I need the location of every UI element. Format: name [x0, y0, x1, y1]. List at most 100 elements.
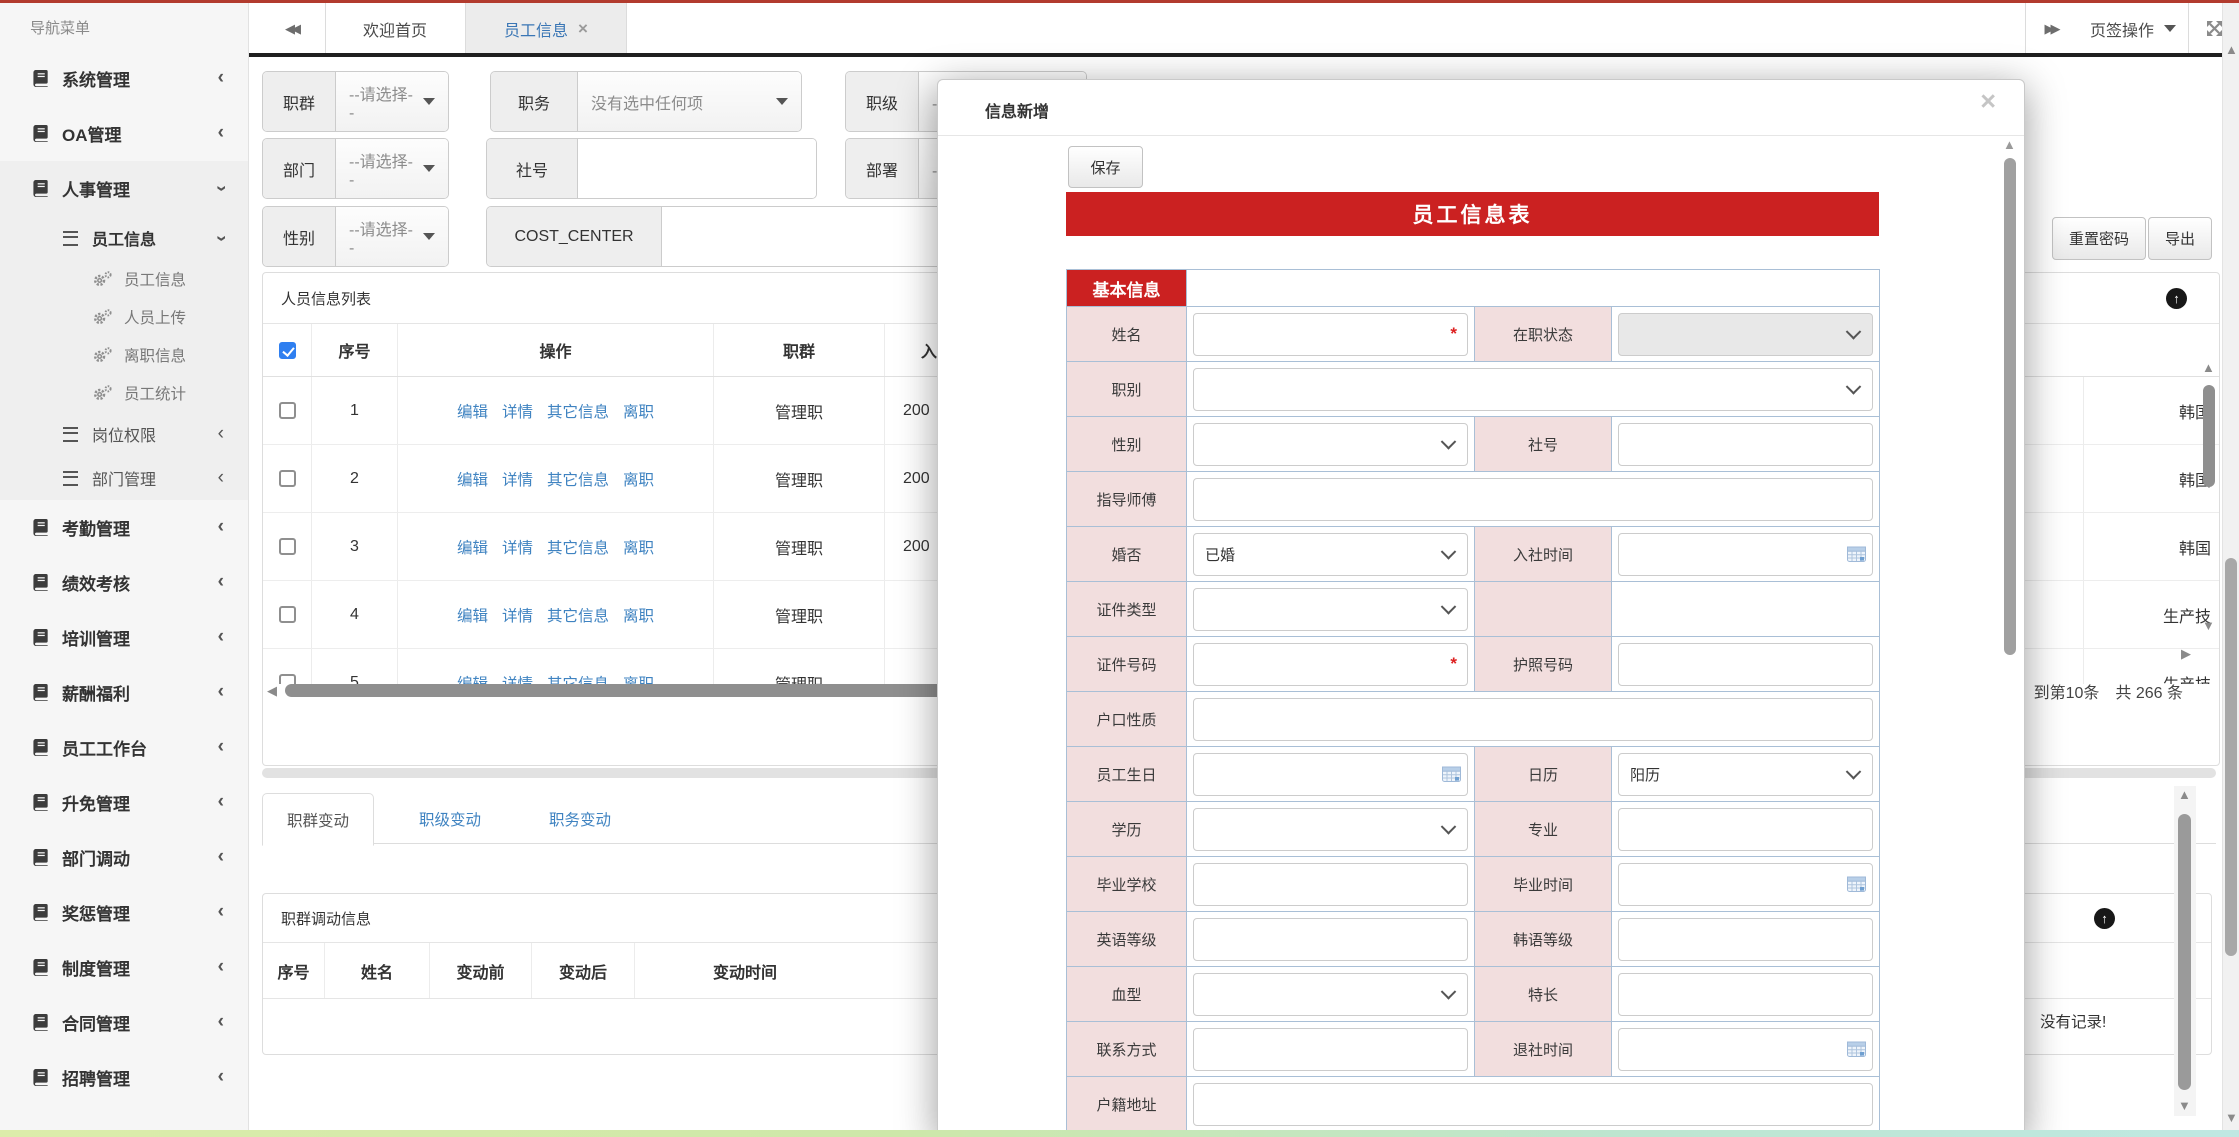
input-入社时间[interactable] — [1618, 533, 1873, 576]
toolbar-button-重置密码[interactable]: 重置密码 — [2052, 217, 2146, 260]
row-checkbox[interactable] — [279, 538, 296, 555]
vscroll-thumb[interactable] — [2178, 814, 2191, 1090]
select-性别[interactable] — [1193, 423, 1468, 466]
input-联系方式[interactable] — [1193, 1028, 1468, 1071]
bottom-tab-职务变动[interactable]: 职务变动 — [525, 793, 635, 844]
filter-select-职群[interactable]: --请选择-- — [336, 72, 448, 131]
sidebar-item-薪酬福利-13[interactable]: 薪酬福利‹ — [0, 665, 248, 720]
sidebar-item-奖惩管理-17[interactable]: 奖惩管理‹ — [0, 885, 248, 940]
input-户籍地址[interactable] — [1193, 1083, 1873, 1126]
sidebar-item-系统管理-0[interactable]: 系统管理‹ — [0, 51, 248, 106]
tab-close-icon[interactable]: × — [578, 19, 588, 39]
page-scroll-thumb[interactable] — [2225, 558, 2237, 956]
action-link-详情[interactable]: 详情 — [502, 400, 533, 422]
vscroll-up-arrow-icon[interactable]: ▲ — [2003, 138, 2016, 151]
page-scroll-down-icon[interactable]: ▼ — [2225, 1111, 2238, 1124]
page-vscrollbar[interactable]: ▲ ▼ — [2222, 3, 2239, 1130]
employee-table-vscrollbar[interactable]: ▲ ▼ — [2197, 361, 2221, 641]
input-毕业学校[interactable] — [1193, 863, 1468, 906]
tab-欢迎首页[interactable]: 欢迎首页 — [325, 3, 466, 54]
input-社号[interactable] — [1618, 423, 1873, 466]
dialog-vscrollbar[interactable]: ▲ — [2001, 136, 2019, 1136]
input-护照号码[interactable] — [1618, 643, 1873, 686]
collapse-up-icon[interactable]: ↑ — [2166, 288, 2187, 309]
sidebar-item-岗位权限-8[interactable]: 岗位权限‹ — [0, 412, 248, 456]
input-姓名[interactable]: * — [1193, 313, 1468, 356]
input-毕业时间[interactable] — [1618, 863, 1873, 906]
sidebar-item-员工工作台-14[interactable]: 员工工作台‹ — [0, 720, 248, 775]
sidebar-item-升免管理-15[interactable]: 升免管理‹ — [0, 775, 248, 830]
action-link-编辑[interactable]: 编辑 — [457, 604, 488, 626]
action-link-详情[interactable]: 详情 — [502, 604, 533, 626]
sidebar-item-OA管理-1[interactable]: OA管理‹ — [0, 106, 248, 161]
bottom-vscrollbar[interactable]: ▲ ▼ — [2174, 786, 2196, 1116]
input-专业[interactable] — [1618, 808, 1873, 851]
input-英语等级[interactable] — [1193, 918, 1468, 961]
action-link-编辑[interactable]: 编辑 — [457, 536, 488, 558]
page-scroll-up-icon[interactable]: ▲ — [2225, 43, 2238, 56]
save-button[interactable]: 保存 — [1068, 146, 1143, 188]
action-link-编辑[interactable]: 编辑 — [457, 400, 488, 422]
sidebar-item-部门调动-16[interactable]: 部门调动‹ — [0, 830, 248, 885]
sidebar-item-员工信息-3[interactable]: 员工信息‹ — [0, 216, 248, 260]
input-户口性质[interactable] — [1193, 698, 1873, 741]
hscroll-left-arrow-icon[interactable]: ◀ — [267, 684, 277, 697]
sidebar-item-培训管理-12[interactable]: 培训管理‹ — [0, 610, 248, 665]
action-link-离职[interactable]: 离职 — [623, 400, 654, 422]
action-link-编辑[interactable]: 编辑 — [457, 468, 488, 490]
hscroll-thumb[interactable] — [285, 684, 958, 697]
action-link-离职[interactable]: 离职 — [623, 536, 654, 558]
sidebar-item-绩效考核-11[interactable]: 绩效考核‹ — [0, 555, 248, 610]
action-link-其它信息[interactable]: 其它信息 — [547, 468, 609, 490]
action-link-其它信息[interactable]: 其它信息 — [547, 536, 609, 558]
tabs-scroll-left-button[interactable]: ◀◀ — [261, 3, 326, 54]
calendar-icon[interactable] — [1847, 1041, 1866, 1057]
input-员工生日[interactable] — [1193, 753, 1468, 796]
bottom-tab-职级变动[interactable]: 职级变动 — [395, 793, 505, 844]
vscroll-down-arrow-icon[interactable]: ▼ — [2202, 619, 2215, 632]
tab-员工信息[interactable]: 员工信息× — [466, 3, 627, 54]
select-学历[interactable] — [1193, 808, 1468, 851]
bottom-green-scrollbar[interactable] — [0, 1130, 2239, 1137]
vscroll-up-arrow-icon[interactable]: ▲ — [2178, 788, 2191, 801]
row-checkbox[interactable] — [279, 606, 296, 623]
action-link-离职[interactable]: 离职 — [623, 604, 654, 626]
sidebar-item-制度管理-18[interactable]: 制度管理‹ — [0, 940, 248, 995]
action-link-离职[interactable]: 离职 — [623, 468, 654, 490]
tab-operations-dropdown[interactable]: 页签操作 — [2078, 3, 2188, 54]
scroll-right-arrow-icon[interactable]: ▶ — [2181, 647, 2191, 660]
select-日历[interactable]: 阳历 — [1618, 753, 1873, 796]
select-婚否[interactable]: 已婚 — [1193, 533, 1468, 576]
action-link-详情[interactable]: 详情 — [502, 536, 533, 558]
row-checkbox[interactable] — [279, 402, 296, 419]
sidebar-item-招聘管理-20[interactable]: 招聘管理‹ — [0, 1050, 248, 1105]
action-link-其它信息[interactable]: 其它信息 — [547, 400, 609, 422]
toolbar-button-导出[interactable]: 导出 — [2148, 217, 2212, 260]
input-特长[interactable] — [1618, 973, 1873, 1016]
calendar-icon[interactable] — [1847, 876, 1866, 892]
dialog-close-icon[interactable]: × — [1980, 86, 1996, 117]
input-韩语等级[interactable] — [1618, 918, 1873, 961]
filter-select-性别[interactable]: --请选择-- — [336, 207, 448, 266]
sidebar-item-考勤管理-10[interactable]: 考勤管理‹ — [0, 500, 248, 555]
sidebar-item-员工信息-4[interactable]: 员工信息 — [0, 260, 248, 298]
input-证件号码[interactable]: * — [1193, 643, 1468, 686]
action-link-详情[interactable]: 详情 — [502, 468, 533, 490]
tabs-scroll-right-button[interactable]: ▶▶ — [2025, 3, 2079, 54]
select-在职状态[interactable] — [1618, 313, 1873, 356]
filter-select-职务[interactable]: 没有选中任何项 — [578, 72, 801, 131]
vscroll-down-arrow-icon[interactable]: ▼ — [2178, 1099, 2191, 1112]
select-血型[interactable] — [1193, 973, 1468, 1016]
sidebar-item-离职信息-6[interactable]: 离职信息 — [0, 336, 248, 374]
action-link-其它信息[interactable]: 其它信息 — [547, 604, 609, 626]
vscroll-thumb[interactable] — [2203, 385, 2215, 487]
sidebar-item-部门管理-9[interactable]: 部门管理‹ — [0, 456, 248, 500]
input-退社时间[interactable] — [1618, 1028, 1873, 1071]
select-职别[interactable] — [1193, 368, 1873, 411]
vscroll-up-arrow-icon[interactable]: ▲ — [2202, 361, 2215, 374]
calendar-icon[interactable] — [1847, 546, 1866, 562]
sidebar-item-人员上传-5[interactable]: 人员上传 — [0, 298, 248, 336]
calendar-icon[interactable] — [1442, 766, 1461, 782]
bottom-tab-职群变动[interactable]: 职群变动 — [262, 793, 374, 846]
vscroll-thumb[interactable] — [2004, 158, 2016, 655]
